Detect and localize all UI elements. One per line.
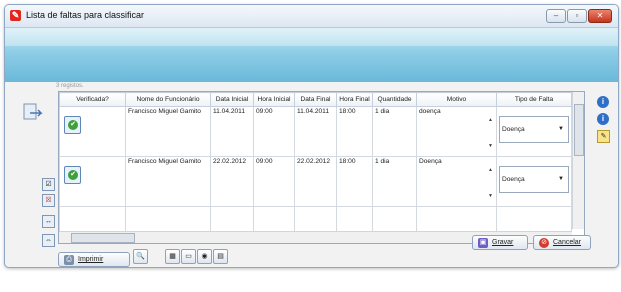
close-button[interactable]: ✕ bbox=[588, 9, 612, 23]
app-icon: ✎ bbox=[10, 10, 21, 21]
end-date-cell: 22.02.2012 bbox=[294, 156, 337, 207]
fault-type-select[interactable]: Doença ▼ bbox=[499, 116, 569, 143]
column-header[interactable]: Nome do Funcionário bbox=[125, 92, 211, 107]
vertical-scrollbar[interactable] bbox=[572, 92, 584, 229]
export-icon[interactable]: ▦ bbox=[165, 249, 180, 264]
fault-type-value: Doença bbox=[502, 126, 525, 133]
chevron-down-icon: ▼ bbox=[558, 176, 564, 182]
scroll-thumb[interactable] bbox=[71, 233, 135, 243]
column-header[interactable]: Data Final bbox=[294, 92, 337, 107]
scroll-up-icon[interactable]: ▲ bbox=[488, 117, 493, 123]
end-date-cell: 11.04.2011 bbox=[294, 106, 337, 157]
cancel-icon: ⊘ bbox=[539, 237, 549, 248]
reason-text: doença bbox=[419, 108, 441, 115]
info-icon[interactable]: i bbox=[597, 113, 609, 125]
deselect-all-icon[interactable]: ☒ bbox=[42, 194, 55, 207]
start-date-cell: 11.04.2011 bbox=[210, 106, 254, 157]
cancel-button[interactable]: ⊘ Cancelar bbox=[533, 235, 591, 250]
save-button[interactable]: ▣ Gravar bbox=[472, 235, 528, 250]
quantity-cell: 1 dia bbox=[372, 156, 417, 207]
scroll-thumb[interactable] bbox=[574, 104, 584, 156]
info-icon[interactable]: i bbox=[597, 96, 609, 108]
employee-name-cell: Francisco Miguel Gamito bbox=[125, 156, 211, 207]
verified-checkbox[interactable]: ✔ bbox=[64, 116, 81, 134]
check-icon: ✔ bbox=[68, 120, 78, 130]
column-header[interactable]: Verificada? bbox=[59, 92, 126, 107]
column-header[interactable]: Quantidade bbox=[372, 92, 417, 107]
faults-grid: Verificada? Nome do Funcionário Data Ini… bbox=[58, 91, 585, 244]
header-banner bbox=[5, 28, 618, 82]
column-header[interactable]: Tipo de Falta bbox=[496, 92, 572, 107]
scroll-down-icon[interactable]: ▼ bbox=[488, 143, 493, 149]
column-header[interactable]: Hora Inicial bbox=[253, 92, 295, 107]
fault-type-cell: Doença ▼ bbox=[496, 156, 572, 207]
document-arrow-icon bbox=[23, 103, 43, 120]
scroll-down-icon[interactable]: ▼ bbox=[488, 193, 493, 199]
save-icon: ▣ bbox=[478, 237, 488, 248]
start-time-cell: 09:00 bbox=[253, 106, 295, 157]
column-header[interactable]: Motivo bbox=[416, 92, 497, 107]
title-bar: ✎ Lista de faltas para classificar – ▫ ✕ bbox=[5, 5, 618, 28]
expand-icon[interactable]: ⇔ bbox=[42, 234, 55, 247]
preview-icon[interactable]: 🔍 bbox=[133, 249, 148, 264]
maximize-button[interactable]: ▫ bbox=[567, 9, 587, 23]
collapse-icon[interactable]: ↔ bbox=[42, 215, 55, 228]
verified-checkbox[interactable]: ✔ bbox=[64, 166, 81, 184]
table-row[interactable]: ✔ Francisco Miguel Gamito 11.04.2011 09:… bbox=[59, 106, 572, 157]
start-time-cell: 09:00 bbox=[253, 156, 295, 207]
fault-type-value: Doença bbox=[502, 176, 525, 183]
window-controls: – ▫ ✕ bbox=[546, 9, 612, 23]
minimize-button[interactable]: – bbox=[546, 9, 566, 23]
table-row[interactable]: ✔ Francisco Miguel Gamito 22.02.2012 09:… bbox=[59, 156, 572, 207]
check-icon: ✔ bbox=[68, 170, 78, 180]
reflection bbox=[470, 268, 590, 282]
window-title: Lista de faltas para classificar bbox=[26, 10, 145, 20]
reason-cell[interactable]: Doença ▲ ▼ bbox=[416, 156, 497, 207]
fault-type-cell: Doença ▼ bbox=[496, 106, 572, 157]
chevron-down-icon: ▼ bbox=[558, 126, 564, 132]
end-time-cell: 18:00 bbox=[336, 156, 373, 207]
print-button[interactable]: ⎙ Imprimir bbox=[58, 252, 130, 267]
web-icon[interactable]: ◉ bbox=[197, 249, 212, 264]
records-count: 3 registos. bbox=[56, 83, 84, 89]
employee-name-cell: Francisco Miguel Gamito bbox=[125, 106, 211, 157]
select-all-icon[interactable]: ☑ bbox=[42, 178, 55, 191]
end-time-cell: 18:00 bbox=[336, 106, 373, 157]
reason-cell[interactable]: doença ▲ ▼ bbox=[416, 106, 497, 157]
quantity-cell: 1 dia bbox=[372, 106, 417, 157]
copy-icon[interactable]: ▭ bbox=[181, 249, 196, 264]
scroll-up-icon[interactable]: ▲ bbox=[488, 167, 493, 173]
excel-icon[interactable]: ▤ bbox=[213, 249, 228, 264]
column-header[interactable]: Data Inicial bbox=[210, 92, 254, 107]
fault-type-select[interactable]: Doença ▼ bbox=[499, 166, 569, 193]
column-header[interactable]: Hora Final bbox=[336, 92, 373, 107]
printer-icon: ⎙ bbox=[64, 254, 74, 265]
note-icon[interactable]: ✎ bbox=[597, 130, 610, 143]
start-date-cell: 22.02.2012 bbox=[210, 156, 254, 207]
faults-table: Verificada? Nome do Funcionário Data Ini… bbox=[59, 92, 572, 241]
reason-text: Doença bbox=[419, 158, 442, 165]
